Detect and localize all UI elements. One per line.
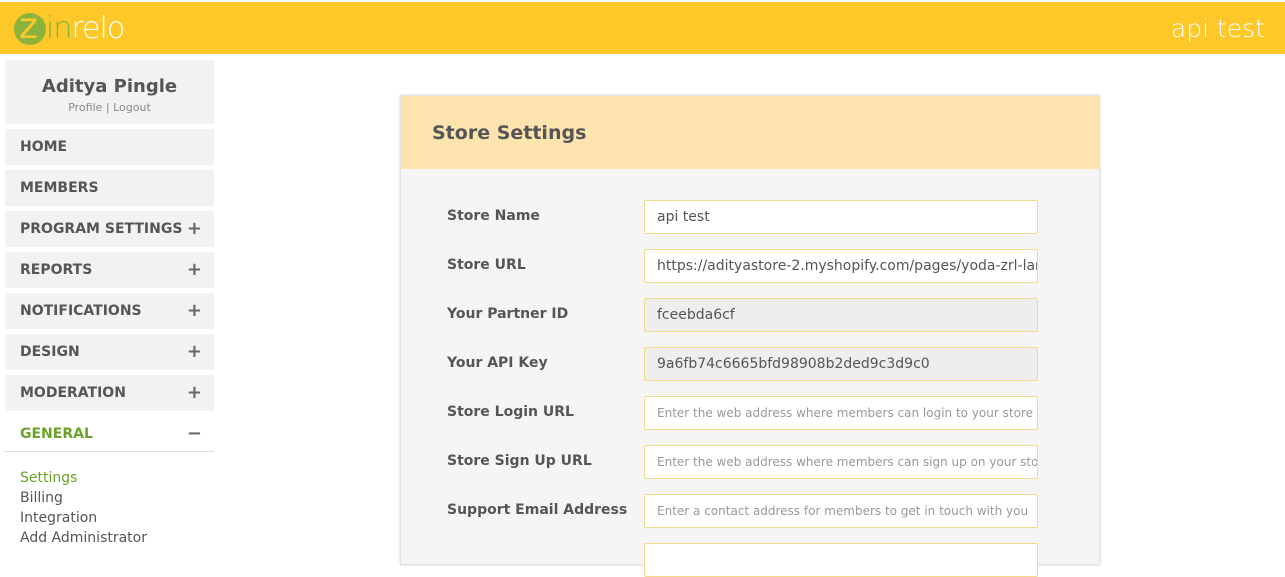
next-field-row xyxy=(447,543,1039,577)
zinrelo-logo[interactable]: z inrelo xyxy=(14,11,125,47)
collapse-minus-icon[interactable]: − xyxy=(187,423,202,444)
logout-link[interactable]: Logout xyxy=(113,101,151,114)
sidebar-item-design[interactable]: DESIGN + xyxy=(5,334,214,370)
store-login-url-row: Store Login URL Enter the web address wh… xyxy=(447,396,1039,430)
support-email-row: Support Email Address Enter a contact ad… xyxy=(447,494,1039,528)
partner-id-field: fceebda6cf xyxy=(644,298,1038,332)
expand-plus-icon[interactable]: + xyxy=(187,300,202,321)
logo-text-relo: relo xyxy=(71,11,125,46)
general-submenu: Settings Billing Integration Add Adminis… xyxy=(5,452,214,548)
sidebar-item-members[interactable]: MEMBERS xyxy=(5,170,214,206)
store-name-input[interactable]: api test xyxy=(644,200,1038,234)
expand-plus-icon[interactable]: + xyxy=(187,218,202,239)
store-url-row: Store URL https://adityastore-2.myshopif… xyxy=(447,249,1039,283)
expand-plus-icon[interactable]: + xyxy=(187,341,202,362)
store-url-label: Store URL xyxy=(447,257,526,273)
store-login-url-label: Store Login URL xyxy=(447,404,574,420)
profile-link[interactable]: Profile xyxy=(68,101,102,114)
store-login-url-input[interactable]: Enter the web address where members can … xyxy=(644,396,1038,430)
sidebar-item-notifications[interactable]: NOTIFICATIONS + xyxy=(5,293,214,329)
top-header-bar: z inrelo api test xyxy=(0,2,1285,54)
card-title: Store Settings xyxy=(401,96,1099,169)
link-separator: | xyxy=(105,101,110,114)
logo-text-in: in xyxy=(46,11,72,46)
store-name-row: Store Name api test xyxy=(447,200,1039,234)
sidebar: Aditya Pingle Profile | Logout HOME MEMB… xyxy=(5,60,214,548)
expand-plus-icon[interactable]: + xyxy=(187,259,202,280)
support-email-label: Support Email Address xyxy=(447,502,628,518)
submenu-item-billing[interactable]: Billing xyxy=(20,488,214,508)
store-signup-url-label: Store Sign Up URL xyxy=(447,453,592,469)
user-links: Profile | Logout xyxy=(5,101,214,114)
api-key-row: Your API Key 9a6fb74c6665bfd98908b2ded9c… xyxy=(447,347,1039,381)
next-field-input[interactable] xyxy=(644,543,1038,577)
expand-plus-icon[interactable]: + xyxy=(187,382,202,403)
store-title: api test xyxy=(1170,14,1265,43)
user-box: Aditya Pingle Profile | Logout xyxy=(5,60,214,124)
api-key-field: 9a6fb74c6665bfd98908b2ded9c3d9c0 xyxy=(644,347,1038,381)
submenu-item-add-administrator[interactable]: Add Administrator xyxy=(20,528,214,548)
sidebar-item-program-settings[interactable]: PROGRAM SETTINGS + xyxy=(5,211,214,247)
submenu-item-settings[interactable]: Settings xyxy=(20,468,214,488)
api-key-label: Your API Key xyxy=(447,355,548,371)
user-name: Aditya Pingle xyxy=(41,76,178,97)
sidebar-item-reports[interactable]: REPORTS + xyxy=(5,252,214,288)
store-signup-url-input[interactable]: Enter the web address where members can … xyxy=(644,445,1038,479)
partner-id-row: Your Partner ID fceebda6cf xyxy=(447,298,1039,332)
sidebar-item-general[interactable]: GENERAL − xyxy=(5,416,214,452)
logo-z-mark: z xyxy=(14,13,46,45)
partner-id-label: Your Partner ID xyxy=(447,306,569,322)
store-settings-card: Store Settings Store Name api test Store… xyxy=(400,95,1100,577)
sidebar-item-moderation[interactable]: MODERATION + xyxy=(5,375,214,411)
store-signup-url-row: Store Sign Up URL Enter the web address … xyxy=(447,445,1039,479)
store-name-label: Store Name xyxy=(447,208,540,224)
support-email-input[interactable]: Enter a contact address for members to g… xyxy=(644,494,1038,528)
submenu-item-integration[interactable]: Integration xyxy=(20,508,214,528)
sidebar-item-home[interactable]: HOME xyxy=(5,129,214,165)
store-url-input[interactable]: https://adityastore-2.myshopify.com/page… xyxy=(644,249,1038,283)
